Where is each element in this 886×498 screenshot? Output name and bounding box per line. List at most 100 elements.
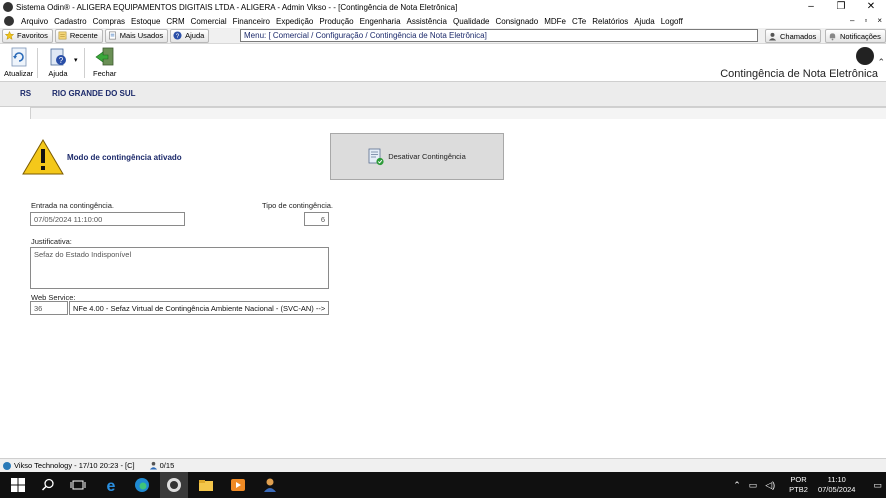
help-book-icon: ? [50,48,66,66]
menu-logoff[interactable]: Logoff [658,17,686,26]
menu-cadastro[interactable]: Cadastro [51,17,89,26]
edge-browser-icon[interactable] [134,477,150,493]
menu-consignado[interactable]: Consignado [492,17,541,26]
svg-text:e: e [107,478,116,493]
user-app-icon[interactable] [262,477,278,493]
edge-legacy-icon[interactable]: e [103,477,119,493]
page-title: Contingência de Nota Eletrônica [720,68,878,80]
svg-text:?: ? [176,33,180,40]
users-count: 0/15 [149,461,174,470]
webservice-field[interactable]: NFe 4.00 - Sefaz Virtual de Contingência… [69,301,329,315]
ajuda-nav-button[interactable]: ? Ajuda [170,28,210,43]
mdi-close-icon[interactable]: × [877,14,882,28]
state-bar: RS RIO GRANDE DO SUL [0,82,886,107]
ajuda-toolbar-button[interactable]: ? Ajuda [48,47,68,78]
contingency-mode-label: Modo de contingência ativado [67,153,182,162]
odin-app-icon[interactable] [166,477,182,493]
mais-usados-button[interactable]: Mais Usados [104,28,169,43]
navigation-bar: Favoritos Recente Mais Usados ? Ajuda Me… [0,28,886,44]
title-bar: Sistema Odin® - ALIGERA EQUIPAMENTOS DIG… [0,0,886,14]
tab-strip [0,107,886,119]
menu-compras[interactable]: Compras [90,17,128,26]
atualizar-label: Atualizar [4,69,34,78]
menu-ajuda[interactable]: Ajuda [631,17,657,26]
menu-app-icon[interactable] [4,16,14,26]
recente-button[interactable]: Recente [54,28,103,43]
mdi-minimize-icon[interactable]: – [850,14,854,28]
menu-bar: Arquivo Cadastro Compras Estoque CRM Com… [0,14,886,28]
windows-start-icon[interactable] [10,477,26,493]
search-icon[interactable] [40,477,56,493]
content-tab [30,107,886,119]
menu-qualidade[interactable]: Qualidade [450,17,492,26]
notificacoes-button[interactable]: Notificações [825,29,886,43]
file-explorer-icon[interactable] [198,477,214,493]
menu-assistencia[interactable]: Assistência [404,17,450,26]
language-indicator[interactable]: POR PTB2 [789,475,808,495]
user-icon [768,32,777,41]
help-icon: ? [173,31,182,40]
menu-producao[interactable]: Produção [316,17,356,26]
exit-icon [95,47,114,66]
recente-label: Recente [69,31,98,40]
fechar-label: Fechar [93,69,117,78]
close-icon[interactable]: ✕ [856,0,886,14]
tipo-field[interactable]: 6 [304,212,329,226]
mdi-controls: – ▫ × [850,14,882,28]
notification-icon [829,32,836,40]
star-icon [5,31,14,40]
chevron-up-tray-icon[interactable]: ⌃ [733,480,741,491]
window-title: Sistema Odin® - ALIGERA EQUIPAMENTOS DIG… [16,2,458,12]
clock[interactable]: 11:10 07/05/2024 [818,475,856,495]
toolbar-separator [37,48,38,78]
volume-icon[interactable]: ◁) [765,480,775,491]
toolbar: Atualizar ? Ajuda ▾ Fechar ⌃ Contingênci… [0,44,886,82]
menu-relatorios[interactable]: Relatórios [589,17,631,26]
webservice-code-field[interactable]: 36 [30,301,68,315]
refresh-icon [11,47,26,67]
atualizar-button[interactable]: Atualizar [4,47,33,78]
deactivate-contingency-button[interactable]: Desativar Contingência [330,133,504,180]
users-icon [149,461,157,470]
ajuda-nav-label: Ajuda [185,31,205,40]
minimize-icon[interactable]: – [796,0,826,14]
entrada-field[interactable]: 07/05/2024 11:10:00 [30,212,185,226]
system-tray: ⌃ ▭ ◁) POR PTB2 11:10 07/05/2024 ▭ [729,472,886,498]
media-player-icon[interactable] [230,477,246,493]
mais-usados-label: Mais Usados [119,31,164,40]
menu-financeiro[interactable]: Financeiro [230,17,273,26]
ajuda-toolbar-label: Ajuda [48,69,68,78]
brand-logo [856,47,874,65]
menu-path-field: Menu: [ Comercial / Configuração / Conti… [240,29,758,42]
chamados-button[interactable]: Chamados [765,29,822,43]
vikso-icon [3,461,11,470]
language-line1: POR [790,475,807,484]
recent-icon [58,31,67,40]
menu-cte[interactable]: CTe [569,17,589,26]
menu-arquivo[interactable]: Arquivo [18,17,51,26]
fechar-button[interactable]: Fechar [93,47,116,78]
menu-estoque[interactable]: Estoque [128,17,163,26]
favoritos-button[interactable]: Favoritos [2,28,53,43]
mdi-restore-icon[interactable]: ▫ [864,14,867,28]
app-icon [3,2,13,12]
menu-comercial[interactable]: Comercial [188,17,230,26]
version-text: Vikso Technology - 17/10 20:23 - [C] [14,461,135,470]
chevron-up-icon[interactable]: ⌃ [877,57,885,68]
restore-icon[interactable]: ❐ [826,0,856,14]
svg-text:?: ? [59,56,64,65]
menu-mdfe[interactable]: MDFe [541,17,569,26]
notification-center-icon[interactable]: ▭ [873,480,882,491]
ajuda-dropdown-icon[interactable]: ▾ [74,56,78,64]
windows-taskbar: e ⌃ ▭ ◁) POR PTB2 11:10 07/05/2024 ▭ [0,472,886,498]
task-view-icon[interactable] [70,477,86,493]
menu-crm[interactable]: CRM [163,17,187,26]
state-code: RS [20,89,32,98]
clock-date: 07/05/2024 [817,485,856,494]
menu-expedicao[interactable]: Expedição [273,17,316,26]
menu-engenharia[interactable]: Engenharia [357,17,404,26]
justificativa-label: Justificativa: [31,237,72,246]
justificativa-field[interactable]: Sefaz do Estado Indisponível [30,247,329,289]
most-used-icon [108,31,116,40]
network-icon[interactable]: ▭ [749,480,758,491]
